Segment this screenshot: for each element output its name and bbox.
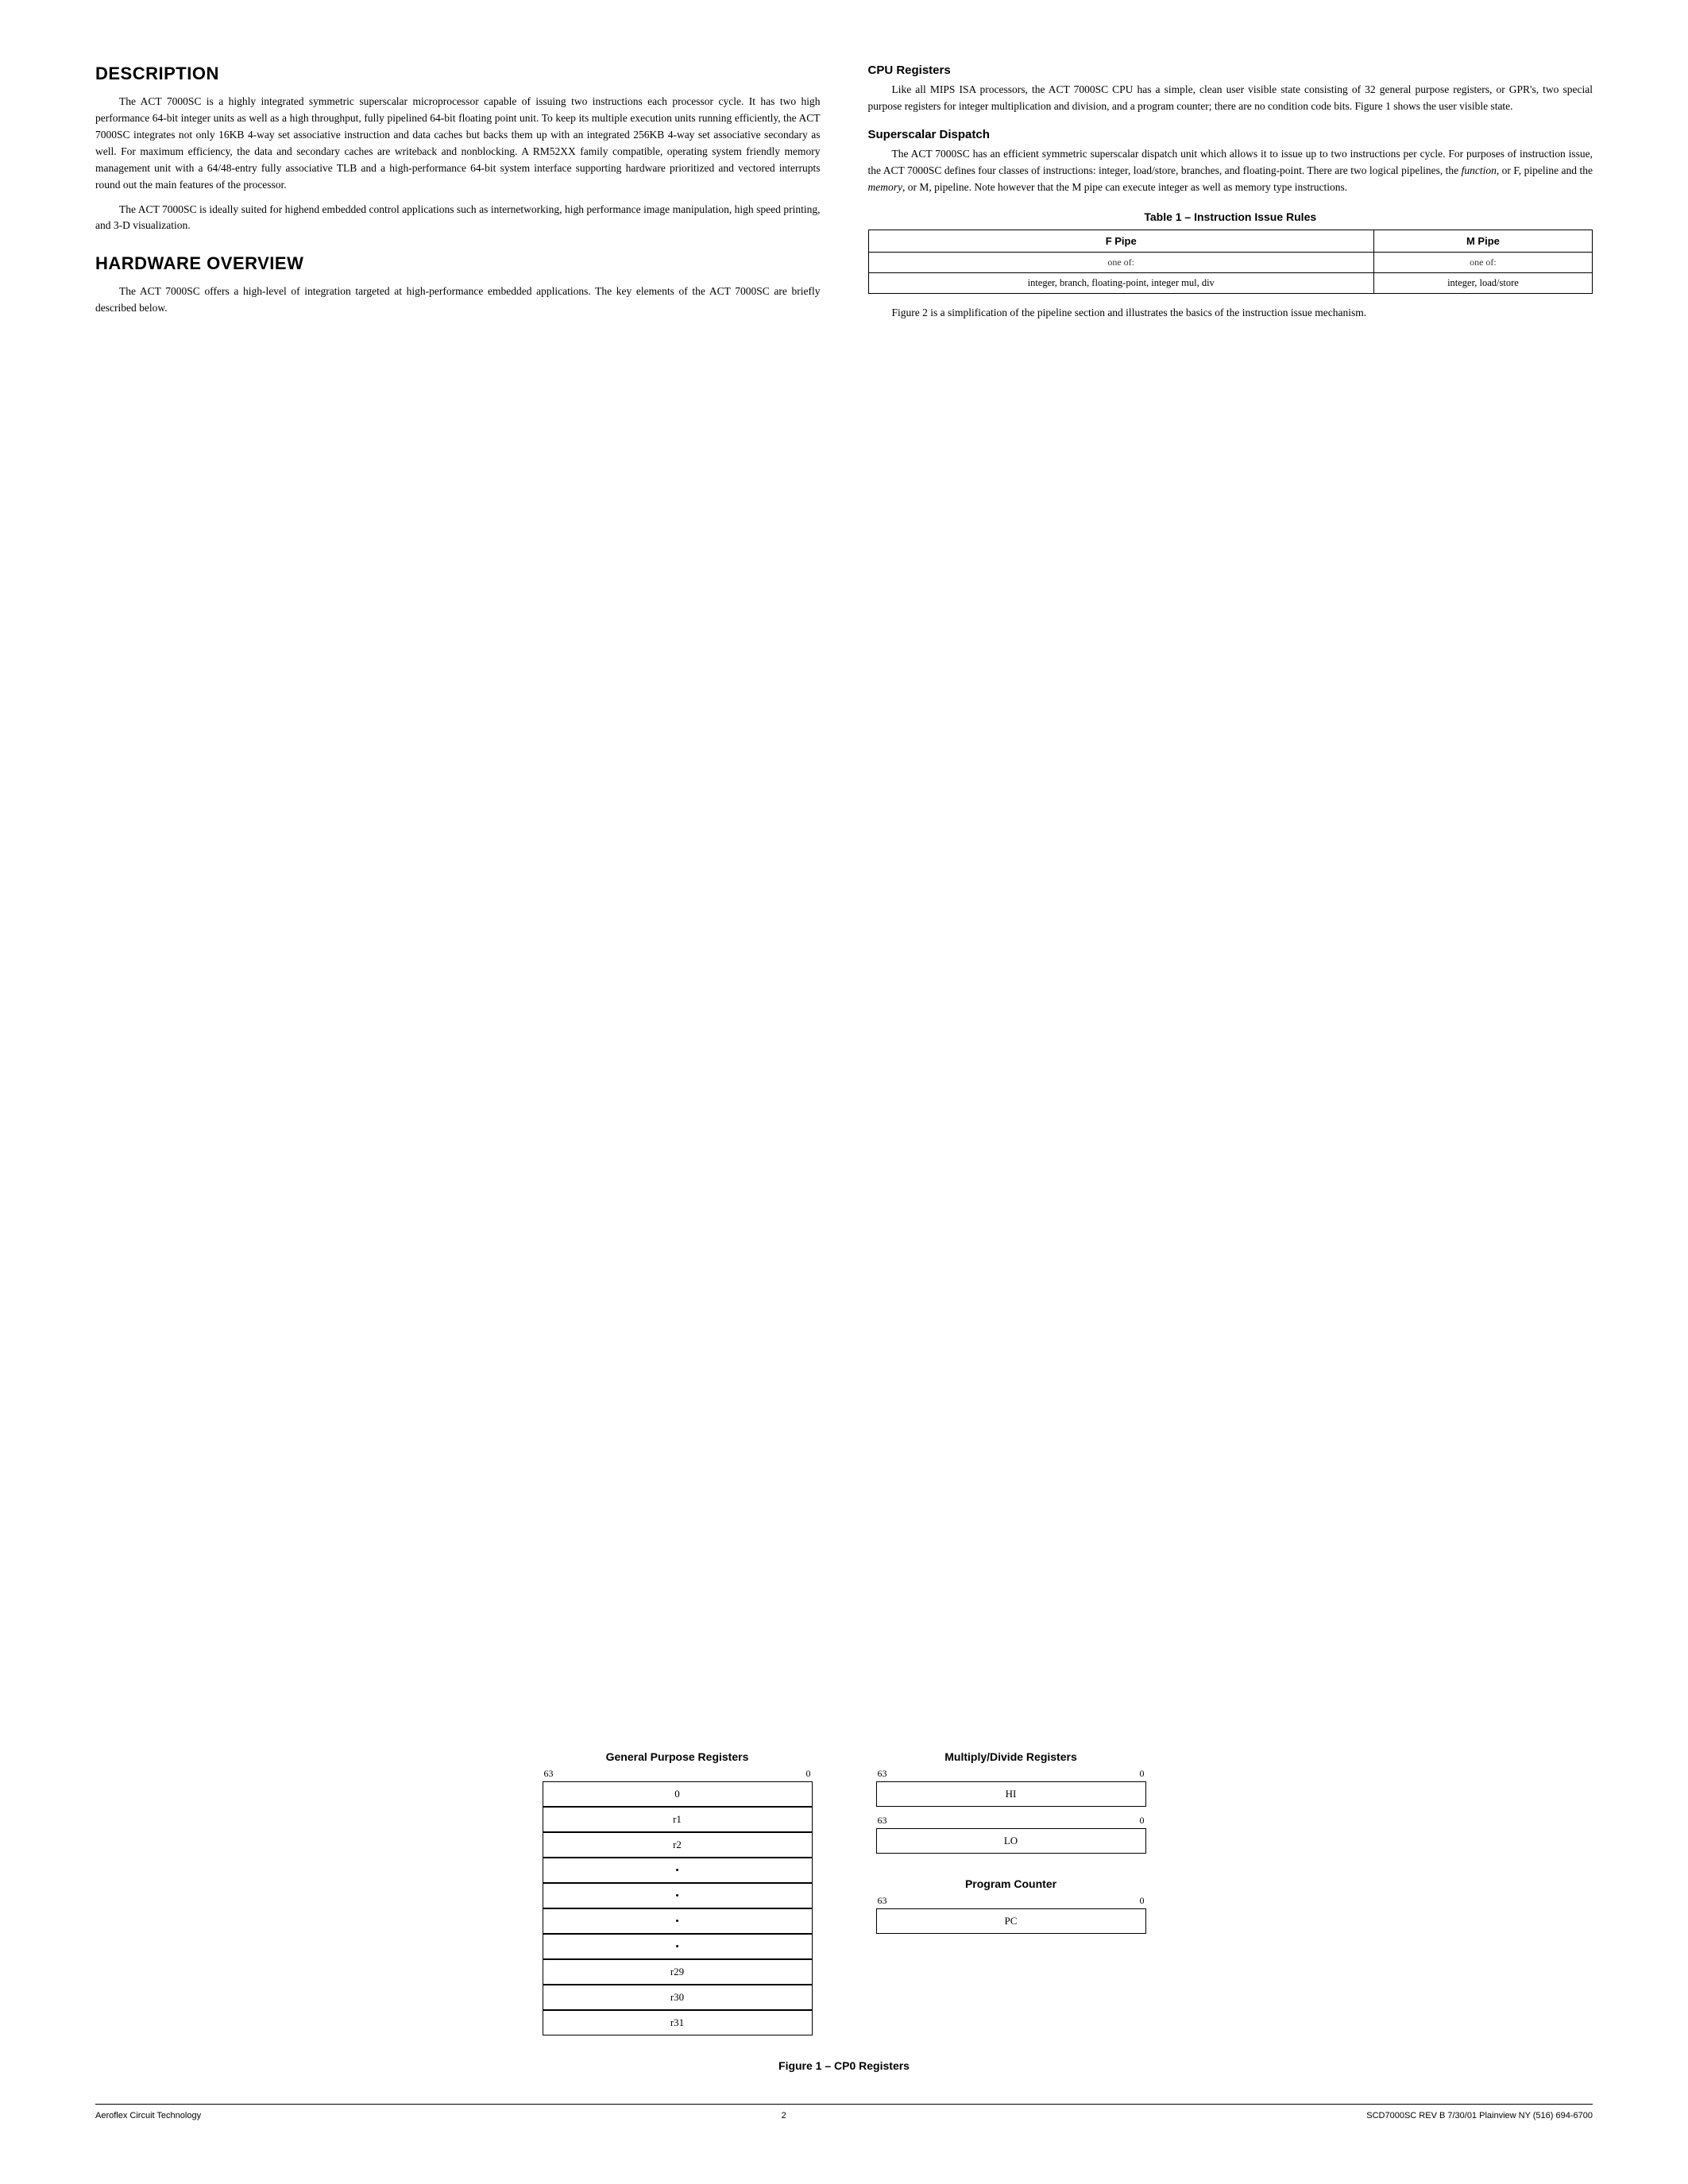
gpr-row-dot1: • [543, 1858, 813, 1883]
mdr-lo-bit-low: 0 [1140, 1815, 1145, 1827]
gpr-bit-labels: 63 0 [543, 1768, 813, 1780]
gpr-row-r29: r29 [543, 1959, 813, 1985]
description-para-1: The ACT 7000SC is a highly integrated sy… [95, 94, 821, 194]
gpr-rows: 0 r1 r2 • • • • r29 r30 r31 [543, 1781, 813, 2035]
table-note: Figure 2 is a simplification of the pipe… [868, 305, 1593, 322]
gpr-row-dot4: • [543, 1934, 813, 1959]
gpr-row-r31: r31 [543, 2010, 813, 2035]
gpr-row-0: 0 [543, 1781, 813, 1807]
gpr-row-r1: r1 [543, 1807, 813, 1832]
gpr-row-r2: r2 [543, 1832, 813, 1858]
page: Description The ACT 7000SC is a highly i… [0, 0, 1688, 2184]
mdr-group: Multiply/Divide Registers 63 0 HI 63 0 L… [876, 1750, 1146, 1854]
table-title: Table 1 – Instruction Issue Rules [868, 210, 1593, 223]
footer-page-number: 2 [782, 2111, 786, 2120]
gpr-bit-low: 0 [806, 1768, 811, 1780]
pc-bit-low: 0 [1140, 1895, 1145, 1907]
mdr-lo-box: LO [876, 1828, 1146, 1854]
footer-right: SCD7000SC REV B 7/30/01 Plainview NY (51… [1366, 2111, 1593, 2120]
mdr-title: Multiply/Divide Registers [944, 1750, 1076, 1763]
right-registers: Multiply/Divide Registers 63 0 HI 63 0 L… [876, 1750, 1146, 1934]
figure-caption: Figure 1 – CP0 Registers [95, 2059, 1593, 2072]
left-column: Description The ACT 7000SC is a highly i… [95, 64, 821, 1719]
table-col2-header: M Pipe [1373, 230, 1592, 252]
gpr-bit-high: 63 [544, 1768, 554, 1780]
table-row2-col1: integer, branch, floating-point, integer… [868, 272, 1373, 293]
hardware-overview-title: Hardware Overview [95, 253, 821, 274]
cpu-registers-title: CPU Registers [868, 64, 1593, 77]
superscalar-dispatch-para: The ACT 7000SC has an efficient symmetri… [868, 146, 1593, 196]
mdr-lo-bit-high: 63 [878, 1815, 887, 1827]
mdr-hi-bit-low: 0 [1140, 1768, 1145, 1780]
instruction-issue-table: F Pipe M Pipe one of: one of: integer, b… [868, 230, 1593, 294]
mdr-lo-bit-labels: 63 0 [876, 1815, 1146, 1827]
table-row1-col1: one of: [868, 252, 1373, 272]
pc-group: Program Counter 63 0 PC [876, 1877, 1146, 1934]
mdr-hi-bit-high: 63 [878, 1768, 887, 1780]
two-column-layout: Description The ACT 7000SC is a highly i… [95, 64, 1593, 1719]
gpr-row-dot3: • [543, 1908, 813, 1934]
footer: Aeroflex Circuit Technology 2 SCD7000SC … [95, 2104, 1593, 2120]
right-column: CPU Registers Like all MIPS ISA processo… [868, 64, 1593, 1719]
gpr-group: General Purpose Registers 63 0 0 r1 r2 •… [543, 1750, 813, 2035]
hardware-overview-para: The ACT 7000SC offers a high-level of in… [95, 284, 821, 317]
footer-left: Aeroflex Circuit Technology [95, 2111, 201, 2120]
pc-bit-labels: 63 0 [876, 1895, 1146, 1907]
superscalar-dispatch-title: Superscalar Dispatch [868, 128, 1593, 141]
figure-section: General Purpose Registers 63 0 0 r1 r2 •… [95, 1750, 1593, 2035]
cpu-registers-para: Like all MIPS ISA processors, the ACT 70… [868, 82, 1593, 115]
mdr-hi-bit-labels: 63 0 [876, 1768, 1146, 1780]
mdr-hi-box: HI [876, 1781, 1146, 1807]
gpr-row-dot2: • [543, 1883, 813, 1908]
gpr-title: General Purpose Registers [606, 1750, 749, 1763]
description-title: Description [95, 64, 821, 84]
table-row2-col2: integer, load/store [1373, 272, 1592, 293]
table-col1-header: F Pipe [868, 230, 1373, 252]
pc-bit-high: 63 [878, 1895, 887, 1907]
table-row1-col2: one of: [1373, 252, 1592, 272]
pc-box: PC [876, 1908, 1146, 1934]
pc-title: Program Counter [965, 1877, 1056, 1890]
description-para-2: The ACT 7000SC is ideally suited for hig… [95, 202, 821, 235]
gpr-row-r30: r30 [543, 1985, 813, 2010]
